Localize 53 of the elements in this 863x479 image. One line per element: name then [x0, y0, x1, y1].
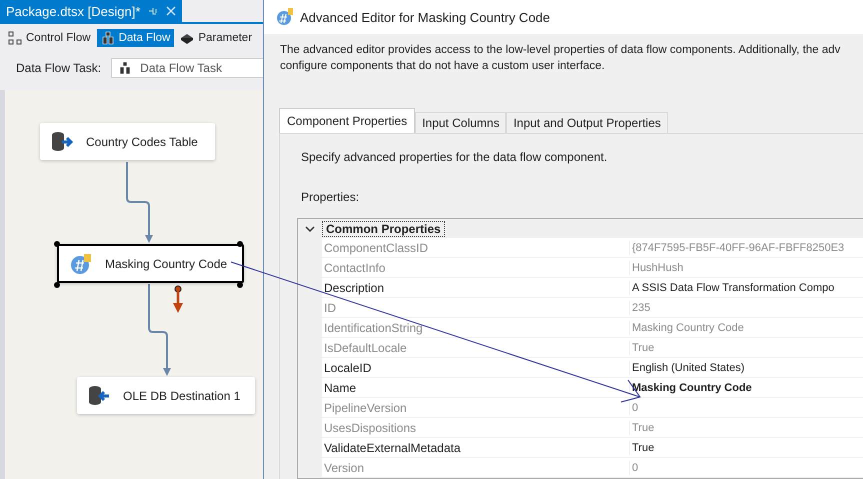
- selection-handle[interactable]: [237, 241, 243, 247]
- property-value[interactable]: Masking Country Code: [630, 382, 752, 394]
- selection-handle[interactable]: [54, 241, 60, 247]
- designer-tab[interactable]: Data Flow: [96, 29, 174, 47]
- property-value[interactable]: English (United States): [630, 362, 744, 374]
- instructions-text: Specify advanced properties for the data flow component.: [301, 150, 608, 166]
- property-name: LocaleID: [322, 360, 630, 374]
- database-source-icon: [50, 130, 74, 152]
- category-label: Common Properties: [322, 220, 445, 236]
- pin-icon: [148, 6, 158, 16]
- component-node[interactable]: Masking Country Code: [57, 244, 244, 283]
- property-name: IsDefaultLocale: [322, 340, 630, 354]
- dialog-tab[interactable]: Input and Output Properties: [506, 112, 668, 133]
- property-name: ValidateExternalMetadata: [322, 440, 630, 454]
- property-name: PipelineVersion: [322, 400, 630, 414]
- field-label: Data Flow Task:: [16, 61, 102, 75]
- boxes-icon: [118, 61, 132, 75]
- component-node[interactable]: Country Codes Table: [40, 123, 215, 160]
- selection-handle[interactable]: [237, 282, 243, 288]
- document-tab[interactable]: Package.dtsx [Design]*: [0, 0, 182, 22]
- dialog-tab[interactable]: Component Properties: [279, 108, 416, 133]
- close-icon: [166, 6, 176, 16]
- globe-hash-icon: [276, 8, 294, 26]
- property-name: Name: [322, 380, 630, 394]
- flow-diagram-icon: [8, 31, 22, 45]
- boxes-icon: [100, 31, 115, 45]
- dialog-tab[interactable]: Input Columns: [415, 112, 506, 133]
- intro-text: The advanced editor provides access to the low-level properties of data flow components. Additionally, the adv: [280, 43, 842, 58]
- globe-hash-icon: [69, 252, 93, 274]
- chevron-down-icon[interactable]: [305, 224, 315, 232]
- property-name: IdentificationString: [322, 320, 630, 334]
- dialog-title: Advanced Editor for Masking Country Code: [300, 10, 550, 25]
- node-label: Country Codes Table: [86, 134, 198, 148]
- component-node[interactable]: OLE DB Destination 1: [77, 377, 255, 414]
- property-name: UsesDispositions: [322, 420, 630, 434]
- task-select-field[interactable]: Data Flow Task: [111, 58, 265, 78]
- node-label: OLE DB Destination 1: [123, 388, 240, 402]
- error-output-arrow: [173, 286, 183, 313]
- designer-tab[interactable]: Control Flow: [4, 29, 95, 47]
- document-tab-title: Package.dtsx [Design]*: [6, 4, 140, 18]
- property-value[interactable]: True: [630, 442, 654, 454]
- property-value[interactable]: A SSIS Data Flow Transformation Compo: [630, 282, 834, 294]
- property-name: Description: [322, 280, 630, 294]
- property-name: ID: [322, 300, 630, 314]
- node-label: Masking Country Code: [105, 256, 228, 270]
- properties-label: Properties:: [301, 190, 360, 206]
- designer-tab[interactable]: Parameter: [176, 29, 256, 47]
- property-name: ContactInfo: [322, 260, 630, 274]
- selection-handle[interactable]: [54, 282, 60, 288]
- property-name: Version: [322, 460, 630, 474]
- database-destination-icon: [87, 384, 111, 406]
- property-name: ComponentClassID: [322, 240, 630, 254]
- intro-text: configure components that do not have a custom user interface.: [280, 59, 606, 74]
